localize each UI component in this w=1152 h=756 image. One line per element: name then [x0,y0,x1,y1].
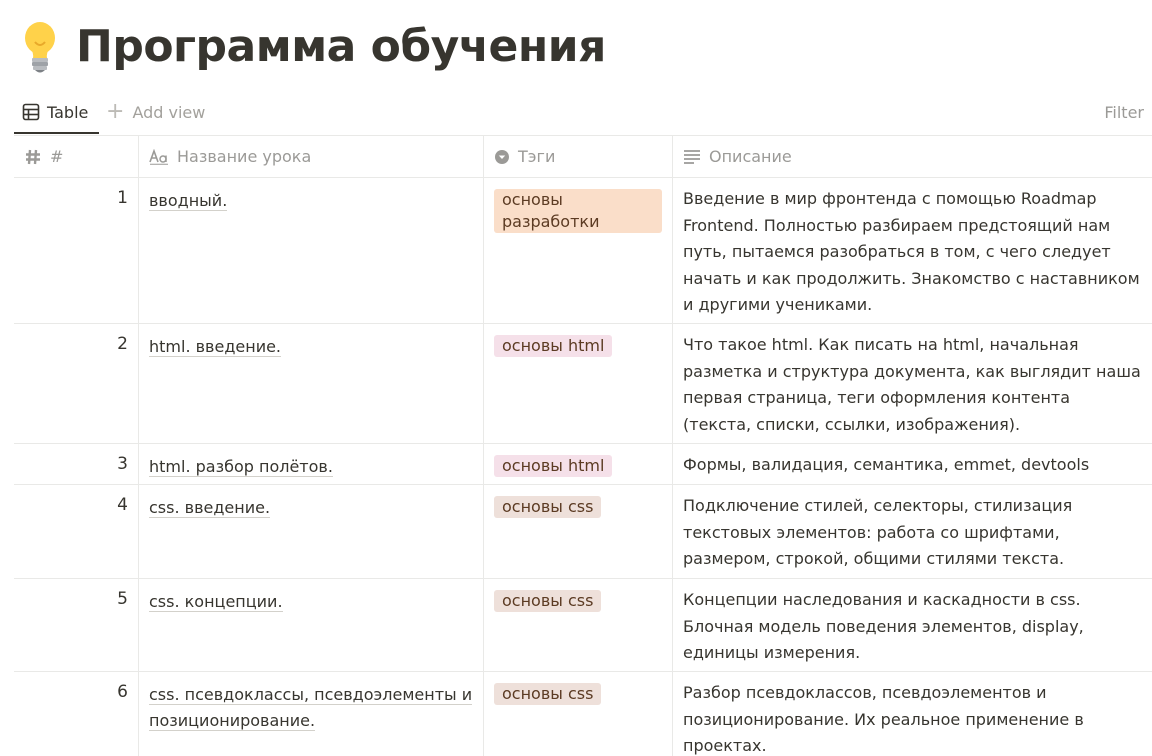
row-name-link[interactable]: css. введение. [149,498,271,518]
row-name-link[interactable]: css. псевдоклассы, псевдоэлементы и пози… [149,685,473,731]
table-row[interactable]: 6 css. псевдоклассы, псевдоэлементы и по… [14,672,1152,756]
row-name-link[interactable]: css. концепции. [149,592,283,612]
row-name-cell[interactable]: css. концепции. [139,579,484,671]
row-num: 1 [117,188,128,208]
row-description: Формы, валидация, семантика, emmet, devt… [683,455,1090,474]
row-num: 5 [117,589,128,609]
page-title[interactable]: Программа обучения [76,21,606,72]
row-tags-cell[interactable]: основы html [484,324,673,443]
row-name-cell[interactable]: css. введение. [139,485,484,578]
lightbulb-icon[interactable] [18,18,62,74]
row-tags-cell[interactable]: основы css [484,579,673,671]
row-num-cell[interactable]: 5 [14,579,139,671]
column-header-name[interactable]: Название урока [139,136,484,177]
row-tags-cell[interactable]: основы css [484,672,673,756]
column-header-tags[interactable]: Тэги [484,136,673,177]
title-row: Программа обучения [18,12,606,80]
filter-button[interactable]: Filter [1104,92,1144,132]
tag-badge: основы разработки [494,189,662,233]
add-view-label: Add view [132,102,206,122]
row-desc-cell[interactable]: Что такое html. Как писать на html, нача… [673,324,1152,443]
tag-badge: основы html [494,455,613,477]
row-description: Разбор псевдоклассов, псевдоэлементов и … [683,683,1084,755]
text-lines-icon [684,149,700,164]
row-num: 4 [117,495,128,515]
database-table: # Название урока Тэги Описание 1 вводный… [14,135,1152,756]
table-icon [22,103,40,121]
table-row[interactable]: 2 html. введение. основы html Что такое … [14,324,1152,444]
row-num-cell[interactable]: 1 [14,178,139,323]
table-row[interactable]: 3 html. разбор полётов. основы html Форм… [14,444,1152,485]
row-name-cell[interactable]: html. разбор полётов. [139,444,484,484]
row-name-link[interactable]: вводный. [149,191,228,211]
row-name-cell[interactable]: css. псевдоклассы, псевдоэлементы и пози… [139,672,484,756]
row-tags-cell[interactable]: основы html [484,444,673,484]
row-num-cell[interactable]: 3 [14,444,139,484]
row-desc-cell[interactable]: Концепции наследования и каскадности в c… [673,579,1152,671]
plus-icon: + [106,99,125,124]
tab-table[interactable]: Table [22,92,88,132]
row-num-cell[interactable]: 6 [14,672,139,756]
row-desc-cell[interactable]: Разбор псевдоклассов, псевдоэлементов и … [673,672,1152,756]
text-type-icon [149,148,168,165]
row-desc-cell[interactable]: Введение в мир фронтенда с помощью Roadm… [673,178,1152,323]
table-row[interactable]: 1 вводный. основы разработки Введение в … [14,178,1152,324]
row-name-cell[interactable]: html. введение. [139,324,484,443]
row-num: 3 [117,454,128,474]
tag-badge: основы css [494,496,602,518]
column-header-tags-label: Тэги [518,147,556,166]
row-tags-cell[interactable]: основы css [484,485,673,578]
table-row[interactable]: 5 css. концепции. основы css Концепции н… [14,579,1152,672]
column-header-num-label: # [50,147,64,166]
column-header-desc[interactable]: Описание [673,136,1152,177]
table-row[interactable]: 4 css. введение. основы css Подключение … [14,485,1152,579]
row-tags-cell[interactable]: основы разработки [484,178,673,323]
column-header-num[interactable]: # [14,136,139,177]
tag-badge: основы html [494,335,613,357]
row-description: Введение в мир фронтенда с помощью Roadm… [683,189,1140,314]
row-desc-cell[interactable]: Формы, валидация, семантика, emmet, devt… [673,444,1152,484]
tag-badge: основы css [494,590,602,612]
view-bar: Table + Add view Filter [14,92,1152,135]
row-name-link[interactable]: html. разбор полётов. [149,457,333,477]
row-name-cell[interactable]: вводный. [139,178,484,323]
column-header-name-label: Название урока [177,147,312,166]
row-desc-cell[interactable]: Подключение стилей, селекторы, стилизаци… [673,485,1152,578]
row-num: 6 [117,682,128,702]
active-tab-underline [14,132,99,134]
column-header-desc-label: Описание [709,147,792,166]
row-description: Подключение стилей, селекторы, стилизаци… [683,496,1073,568]
row-num: 2 [117,334,128,354]
table-header: # Название урока Тэги Описание [14,136,1152,178]
number-icon [26,149,40,164]
row-num-cell[interactable]: 2 [14,324,139,443]
tab-table-label: Table [47,102,89,122]
row-num-cell[interactable]: 4 [14,485,139,578]
row-name-link[interactable]: html. введение. [149,337,282,357]
notion-page: Программа обучения Table + Add view Filt… [0,0,1152,756]
add-view-button[interactable]: + Add view [106,92,205,132]
select-icon [495,149,509,164]
row-description: Концепции наследования и каскадности в c… [683,590,1084,662]
row-description: Что такое html. Как писать на html, нача… [683,335,1141,434]
tag-badge: основы css [494,683,602,705]
